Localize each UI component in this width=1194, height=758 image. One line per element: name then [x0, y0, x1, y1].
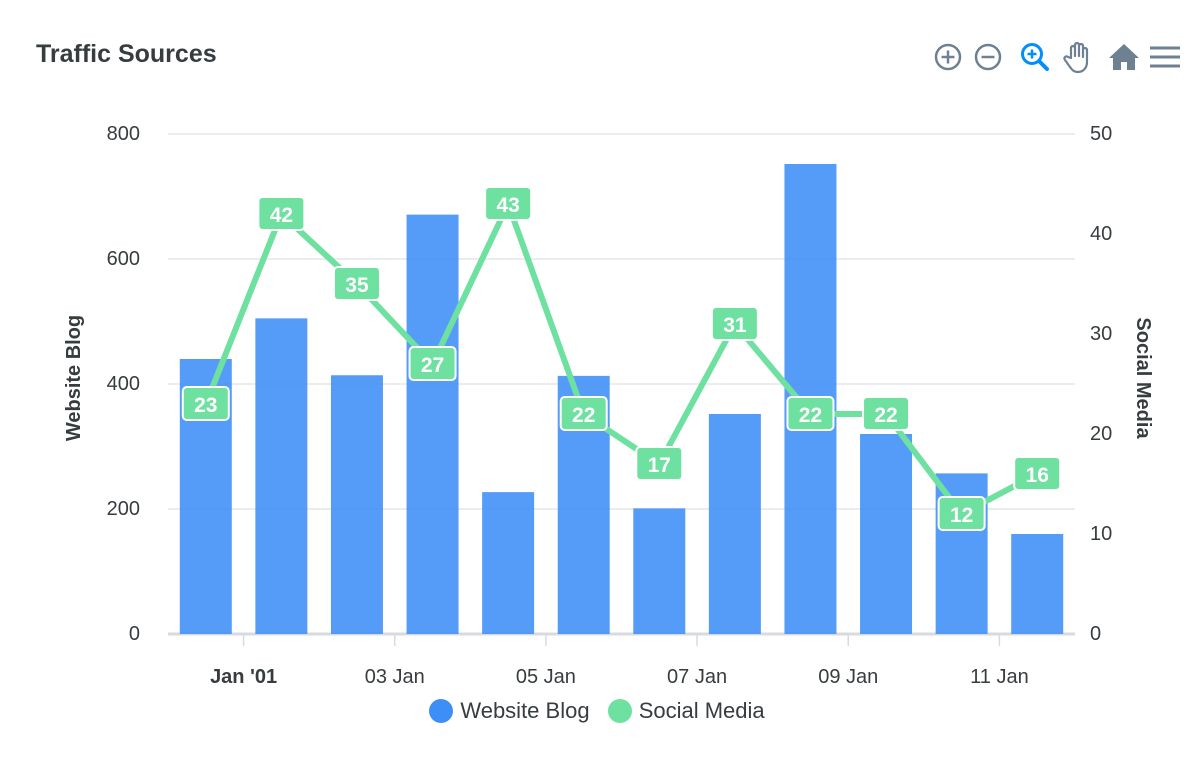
bar [708, 414, 761, 634]
legend: Website Blog Social Media [0, 698, 1194, 729]
data-labels: 23 42 35 27 43 22 17 31 22 22 12 16 [181, 186, 1062, 531]
data-label-text: 22 [572, 404, 595, 427]
data-label-text: 31 [723, 314, 747, 337]
x-tick-label: 03 Jan [365, 666, 425, 688]
data-label: 35 [332, 266, 381, 301]
zoom-out-icon[interactable] [968, 36, 1008, 78]
selection-zoom-icon[interactable] [1016, 36, 1056, 78]
y-left-tick-label: 800 [107, 123, 140, 145]
y-right-tick-label: 10 [1090, 523, 1112, 545]
x-axis: Jan '01 03 Jan 05 Jan 07 Jan 09 Jan 11 Jan [210, 634, 1029, 688]
data-label-text: 27 [421, 354, 444, 377]
y-axis-left: 0 200 400 600 800 [107, 123, 140, 645]
y-right-tick-label: 20 [1090, 423, 1112, 445]
data-label: 42 [257, 196, 306, 231]
x-tick-label: 09 Jan [818, 666, 878, 688]
y-right-tick-label: 30 [1090, 323, 1112, 345]
x-tick-label: 05 Jan [516, 666, 576, 688]
bar [255, 318, 308, 634]
data-label: 22 [786, 396, 835, 431]
data-label-text: 42 [270, 204, 293, 227]
y-right-tick-label: 40 [1090, 223, 1112, 245]
legend-label-social-media: Social Media [638, 698, 765, 723]
data-label: 12 [937, 496, 986, 531]
y-left-tick-label: 400 [107, 373, 140, 395]
y-axis-right: 0 10 20 30 40 50 [1090, 123, 1112, 645]
x-tick-label: 11 Jan [970, 666, 1029, 688]
data-label: 43 [484, 186, 533, 221]
line-series-social-media [202, 201, 1041, 517]
data-label-text: 23 [194, 394, 217, 417]
bar [330, 375, 383, 634]
bar-series-website-blog [179, 164, 1064, 634]
zoom-in-icon[interactable] [928, 36, 968, 78]
data-label: 31 [710, 306, 759, 341]
y-right-tick-label: 50 [1090, 123, 1112, 145]
pan-hand-icon[interactable] [1058, 36, 1098, 78]
legend-label-website-blog: Website Blog [460, 698, 590, 723]
x-tick-label: Jan '01 [210, 666, 277, 688]
y-left-tick-label: 200 [107, 498, 140, 520]
y-left-tick-label: 600 [107, 248, 140, 270]
chart-title: Traffic Sources [36, 40, 217, 68]
data-label-text: 43 [496, 194, 519, 217]
y-left-tick-label: 0 [129, 623, 140, 645]
legend-marker-website-blog [429, 699, 454, 723]
menu-icon[interactable] [1144, 36, 1184, 78]
data-label-text: 22 [799, 404, 822, 427]
x-tick-label: 07 Jan [667, 666, 727, 688]
data-label: 23 [181, 386, 230, 421]
legend-marker-social-media [607, 699, 632, 723]
data-label-text: 35 [345, 274, 369, 297]
y-axis-title-left: Website Blog [63, 315, 85, 441]
bar [482, 492, 535, 634]
data-label-text: 17 [648, 454, 671, 477]
y-axis-title-right: Social Media [1132, 317, 1154, 439]
legend-item-website-blog[interactable]: Website Blog [429, 698, 590, 724]
bar [1011, 534, 1064, 634]
data-label-text: 12 [950, 504, 973, 527]
data-label: 16 [1013, 456, 1062, 491]
legend-item-social-media[interactable]: Social Media [607, 698, 765, 724]
line-path [202, 201, 1041, 517]
data-label: 22 [862, 396, 911, 431]
data-label: 22 [559, 396, 608, 431]
chart-toolbar [928, 36, 1188, 78]
bar [860, 434, 913, 634]
reset-home-icon[interactable] [1104, 36, 1144, 78]
data-label-text: 22 [874, 404, 897, 427]
data-label: 17 [635, 446, 684, 481]
chart-canvas: 234235274322173122 221216 0200400600800 0… [63, 123, 1154, 688]
data-label-text: 16 [1026, 464, 1049, 487]
y-right-tick-label: 0 [1090, 623, 1101, 645]
data-label: 27 [408, 346, 457, 381]
bar [406, 214, 459, 634]
bar [633, 508, 686, 634]
